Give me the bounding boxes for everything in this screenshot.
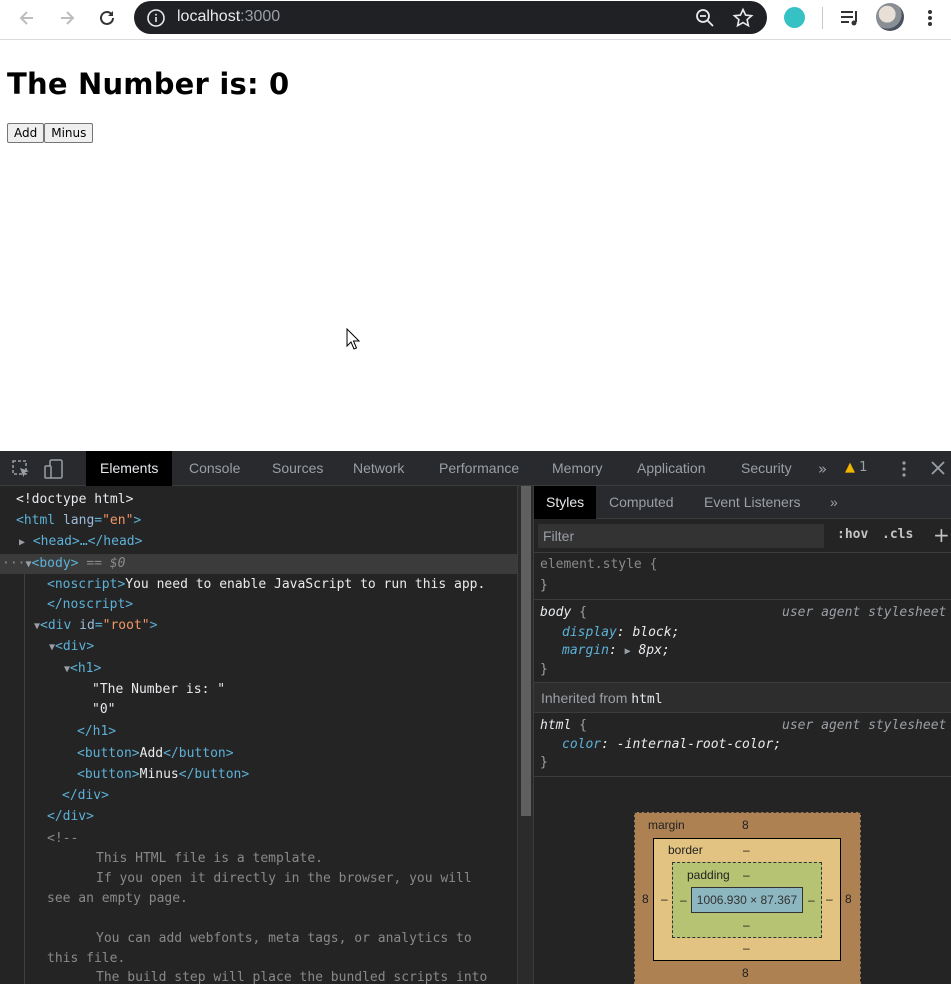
- devtools-tab-bar: Elements Console Sources Network Perform…: [0, 451, 951, 486]
- dom-line-comment: If you open it directly in the browser, …: [96, 871, 472, 886]
- inherited-from-header: Inherited from html: [534, 683, 951, 713]
- dom-line-div[interactable]: ▼<div>: [49, 637, 94, 657]
- expand-arrow-icon[interactable]: ▶: [19, 537, 25, 548]
- box-model-margin[interactable]: margin 8 8 8 8 border – – – – padding – …: [634, 812, 861, 984]
- close-icon[interactable]: [929, 459, 947, 477]
- tab-security[interactable]: Security: [727, 451, 806, 486]
- ua-stylesheet-link[interactable]: user agent stylesheet: [782, 605, 946, 620]
- forward-button[interactable]: [53, 6, 81, 30]
- dom-line-html[interactable]: <html lang="en">: [16, 511, 141, 531]
- tab-memory[interactable]: Memory: [538, 451, 617, 486]
- zoom-out-icon[interactable]: [694, 7, 716, 29]
- more-tabs-button[interactable]: »: [818, 460, 827, 478]
- minus-button[interactable]: Minus: [44, 123, 94, 143]
- reload-icon: [100, 10, 114, 25]
- dom-line-comment: The build step will place the bundled sc…: [96, 970, 488, 984]
- tab-elements[interactable]: Elements: [86, 451, 173, 486]
- reload-button[interactable]: [93, 6, 121, 30]
- dom-line-text1[interactable]: "The Number is: ": [92, 680, 225, 700]
- box-model-border[interactable]: border – – – – padding – – – – 1006.930 …: [653, 838, 841, 961]
- mouse-cursor-icon: [346, 328, 360, 350]
- box-model-content[interactable]: 1006.930 × 87.367: [691, 887, 803, 913]
- tab-console[interactable]: Console: [175, 451, 254, 486]
- arrow-left-icon: [19, 11, 33, 25]
- dom-line-div-root[interactable]: ▼<div id="root">: [34, 616, 157, 636]
- dom-line-h1-close[interactable]: </h1>: [77, 722, 116, 742]
- tab-styles[interactable]: Styles: [534, 486, 597, 519]
- extension-icon[interactable]: [784, 7, 805, 28]
- url-text: localhost:3000: [177, 8, 281, 25]
- dom-line-button-add[interactable]: <button>Add</button>: [77, 744, 234, 764]
- dom-line-button-minus[interactable]: <button>Minus</button>: [77, 765, 249, 785]
- hover-state-toggle[interactable]: :hov: [837, 527, 868, 542]
- styles-pane: Styles Computed Event Listeners » Filter…: [533, 486, 951, 984]
- styles-filter-input[interactable]: Filter: [538, 524, 824, 548]
- expand-arrow-icon[interactable]: ▶: [625, 646, 631, 657]
- devtools-menu-icon[interactable]: [896, 459, 912, 479]
- dom-line-head[interactable]: ▶ <head>…</head>: [19, 532, 142, 552]
- dom-line-comment: see an empty page.: [47, 891, 188, 906]
- warning-icon: ▲: [845, 460, 855, 475]
- tab-computed[interactable]: Computed: [597, 486, 686, 519]
- new-style-rule-button[interactable]: +: [933, 523, 950, 547]
- address-bar[interactable]: localhost:3000: [134, 1, 767, 34]
- dom-line-comment: this file.: [47, 951, 126, 966]
- dom-line-body[interactable]: ···▼<body> == $0: [2, 554, 125, 574]
- tab-sources[interactable]: Sources: [258, 451, 337, 486]
- dom-line-comment: This HTML file is a template.: [96, 851, 323, 866]
- styles-more-tabs-button[interactable]: »: [818, 486, 850, 519]
- dom-tree: <!doctype html> <html lang="en"> ▶ <head…: [0, 486, 517, 984]
- dom-line-text2[interactable]: "0": [92, 700, 115, 720]
- scrollbar-thumb[interactable]: [521, 486, 531, 816]
- page-viewport: The Number is: 0 Add Minus: [0, 41, 951, 451]
- dom-line-h1[interactable]: ▼<h1>: [64, 659, 101, 679]
- add-button[interactable]: Add: [7, 123, 45, 143]
- inspect-element-icon[interactable]: [11, 459, 31, 479]
- tab-performance[interactable]: Performance: [425, 451, 533, 486]
- styles-filter-row: Filter :hov .cls +: [534, 519, 951, 553]
- toolbar-separator: [822, 7, 823, 29]
- warning-badge[interactable]: ▲ 1: [845, 460, 867, 475]
- class-toggle[interactable]: .cls: [882, 527, 913, 542]
- dom-line-div-close[interactable]: </div>: [62, 786, 109, 806]
- info-icon[interactable]: [146, 8, 166, 28]
- bookmark-star-icon[interactable]: [732, 7, 754, 29]
- tab-event-listeners[interactable]: Event Listeners: [692, 486, 813, 519]
- tab-application[interactable]: Application: [623, 451, 720, 486]
- button-group: Add Minus: [7, 123, 94, 143]
- dom-line-noscript[interactable]: <noscript>You need to enable JavaScript …: [47, 575, 485, 595]
- tab-network[interactable]: Network: [339, 451, 418, 486]
- browser-toolbar: localhost:3000: [0, 0, 951, 40]
- ua-stylesheet-link[interactable]: user agent stylesheet: [782, 718, 946, 733]
- dom-line-comment: You can add webfonts, meta tags, or anal…: [96, 931, 472, 946]
- dom-tree-scrollbar[interactable]: [517, 486, 533, 984]
- arrow-right-icon: [61, 11, 75, 25]
- profile-avatar[interactable]: [876, 3, 904, 31]
- devtools-panel: Elements Console Sources Network Perform…: [0, 451, 951, 984]
- number-heading: The Number is: 0: [7, 67, 290, 101]
- box-model-padding[interactable]: padding – – – – 1006.930 × 87.367: [672, 862, 822, 938]
- dom-line-noscript-close[interactable]: </noscript>: [47, 595, 133, 615]
- indent-guide: [24, 574, 25, 984]
- back-button[interactable]: [13, 6, 41, 30]
- rule-body: body { user agent stylesheet display: bl…: [534, 600, 951, 683]
- ellipsis-icon[interactable]: ···: [2, 556, 25, 571]
- rule-html: html { user agent stylesheet color: -int…: [534, 713, 951, 777]
- inherited-tag-link[interactable]: html: [631, 692, 662, 707]
- media-controls-icon[interactable]: [838, 6, 862, 30]
- rule-element-style: element.style { }: [534, 553, 951, 600]
- styles-tab-bar: Styles Computed Event Listeners »: [534, 486, 951, 519]
- browser-menu-icon[interactable]: [920, 6, 940, 30]
- dom-line-comment-open[interactable]: <!--: [47, 829, 78, 849]
- device-toolbar-icon[interactable]: [44, 459, 64, 479]
- dom-line-root-close[interactable]: </div>: [47, 807, 94, 827]
- dom-line-doctype[interactable]: <!doctype html>: [16, 490, 133, 510]
